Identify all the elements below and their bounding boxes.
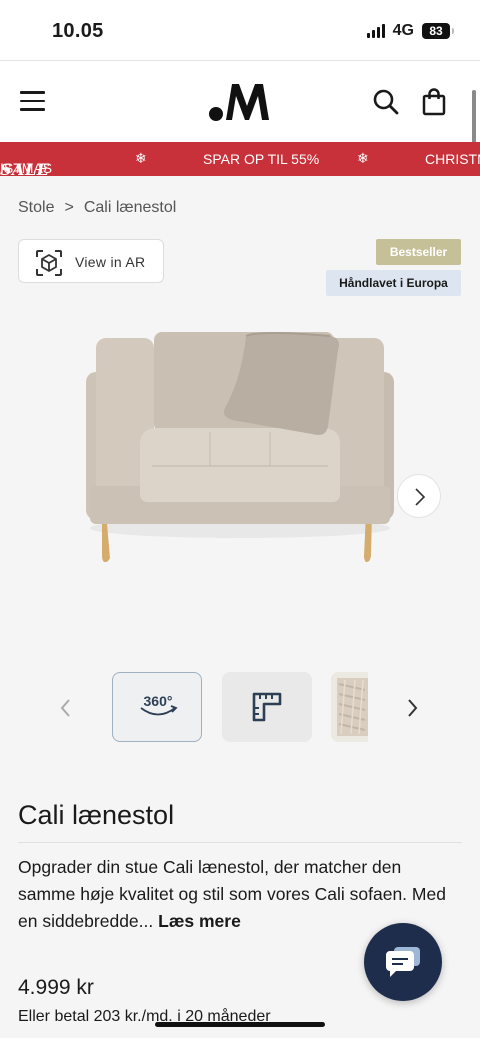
product-page: Stole > Cali lænestol View in AR Bestsel…: [0, 176, 480, 1038]
read-more-link[interactable]: Læs mere: [158, 911, 241, 931]
chat-button[interactable]: [364, 923, 442, 1001]
breadcrumb-link-stole[interactable]: Stole: [18, 199, 54, 217]
view-in-ar-label: View in AR: [75, 254, 146, 270]
product-price: 4.999 kr: [18, 976, 94, 999]
banner-text-christmas-2: CHRISTM: [425, 151, 480, 167]
handmade-badge: Håndlavet i Europa: [326, 270, 461, 296]
search-icon[interactable]: [372, 88, 400, 116]
thumbnail-fabric-swatch[interactable]: [331, 672, 368, 742]
status-indicators: 4G 83: [366, 22, 454, 40]
chat-bubble-icon: [386, 947, 420, 977]
image-next-button[interactable]: [397, 474, 441, 518]
ruler-dimensions-icon: [252, 692, 282, 722]
product-image[interactable]: [60, 316, 420, 586]
breadcrumb-current: Cali lænestol: [83, 199, 177, 216]
thumbnails-next-icon[interactable]: [402, 696, 422, 720]
rotate-arrow-icon: [140, 705, 178, 716]
network-label: 4G: [392, 22, 414, 39]
view-in-ar-button[interactable]: View in AR: [18, 239, 164, 283]
thumbnail-dimensions[interactable]: [222, 672, 312, 742]
brand-logo[interactable]: [208, 80, 272, 124]
bestseller-badge: Bestseller: [376, 239, 461, 265]
breadcrumb-separator: >: [64, 199, 74, 216]
ar-cube-icon: [36, 250, 62, 276]
battery-icon: 83: [422, 23, 454, 39]
status-bar: 10.05 4G 83: [0, 0, 480, 60]
thumbnail-360[interactable]: 360°: [112, 672, 202, 742]
signal-icon: [366, 24, 385, 38]
site-header: [0, 62, 480, 142]
home-indicator[interactable]: [155, 1022, 325, 1027]
chevron-right-icon: [415, 488, 426, 506]
breadcrumb: Stole > Cali lænestol: [18, 199, 176, 217]
fabric-swatch: [331, 672, 368, 742]
product-title: Cali lænestol: [18, 800, 175, 830]
snowflake-icon: ❄: [357, 150, 369, 166]
header-divider: [0, 60, 480, 61]
promo-banner[interactable]: ISTMASSALE ❄ SPAR OP TIL 55% ❄ CHRISTM: [0, 142, 480, 176]
shopping-bag-icon[interactable]: [420, 87, 448, 117]
title-divider: [18, 842, 462, 843]
banner-text-discount: SPAR OP TIL 55%: [203, 151, 320, 167]
banner-sale-label: SALE: [0, 160, 50, 176]
battery-level: 83: [429, 24, 443, 38]
hamburger-menu-icon[interactable]: [20, 91, 45, 111]
snowflake-icon: ❄: [135, 150, 147, 166]
status-time: 10.05: [52, 20, 104, 42]
product-description: Opgrader din stue Cali lænestol, der mat…: [18, 854, 458, 935]
thumbnails-prev-icon[interactable]: [56, 696, 76, 720]
